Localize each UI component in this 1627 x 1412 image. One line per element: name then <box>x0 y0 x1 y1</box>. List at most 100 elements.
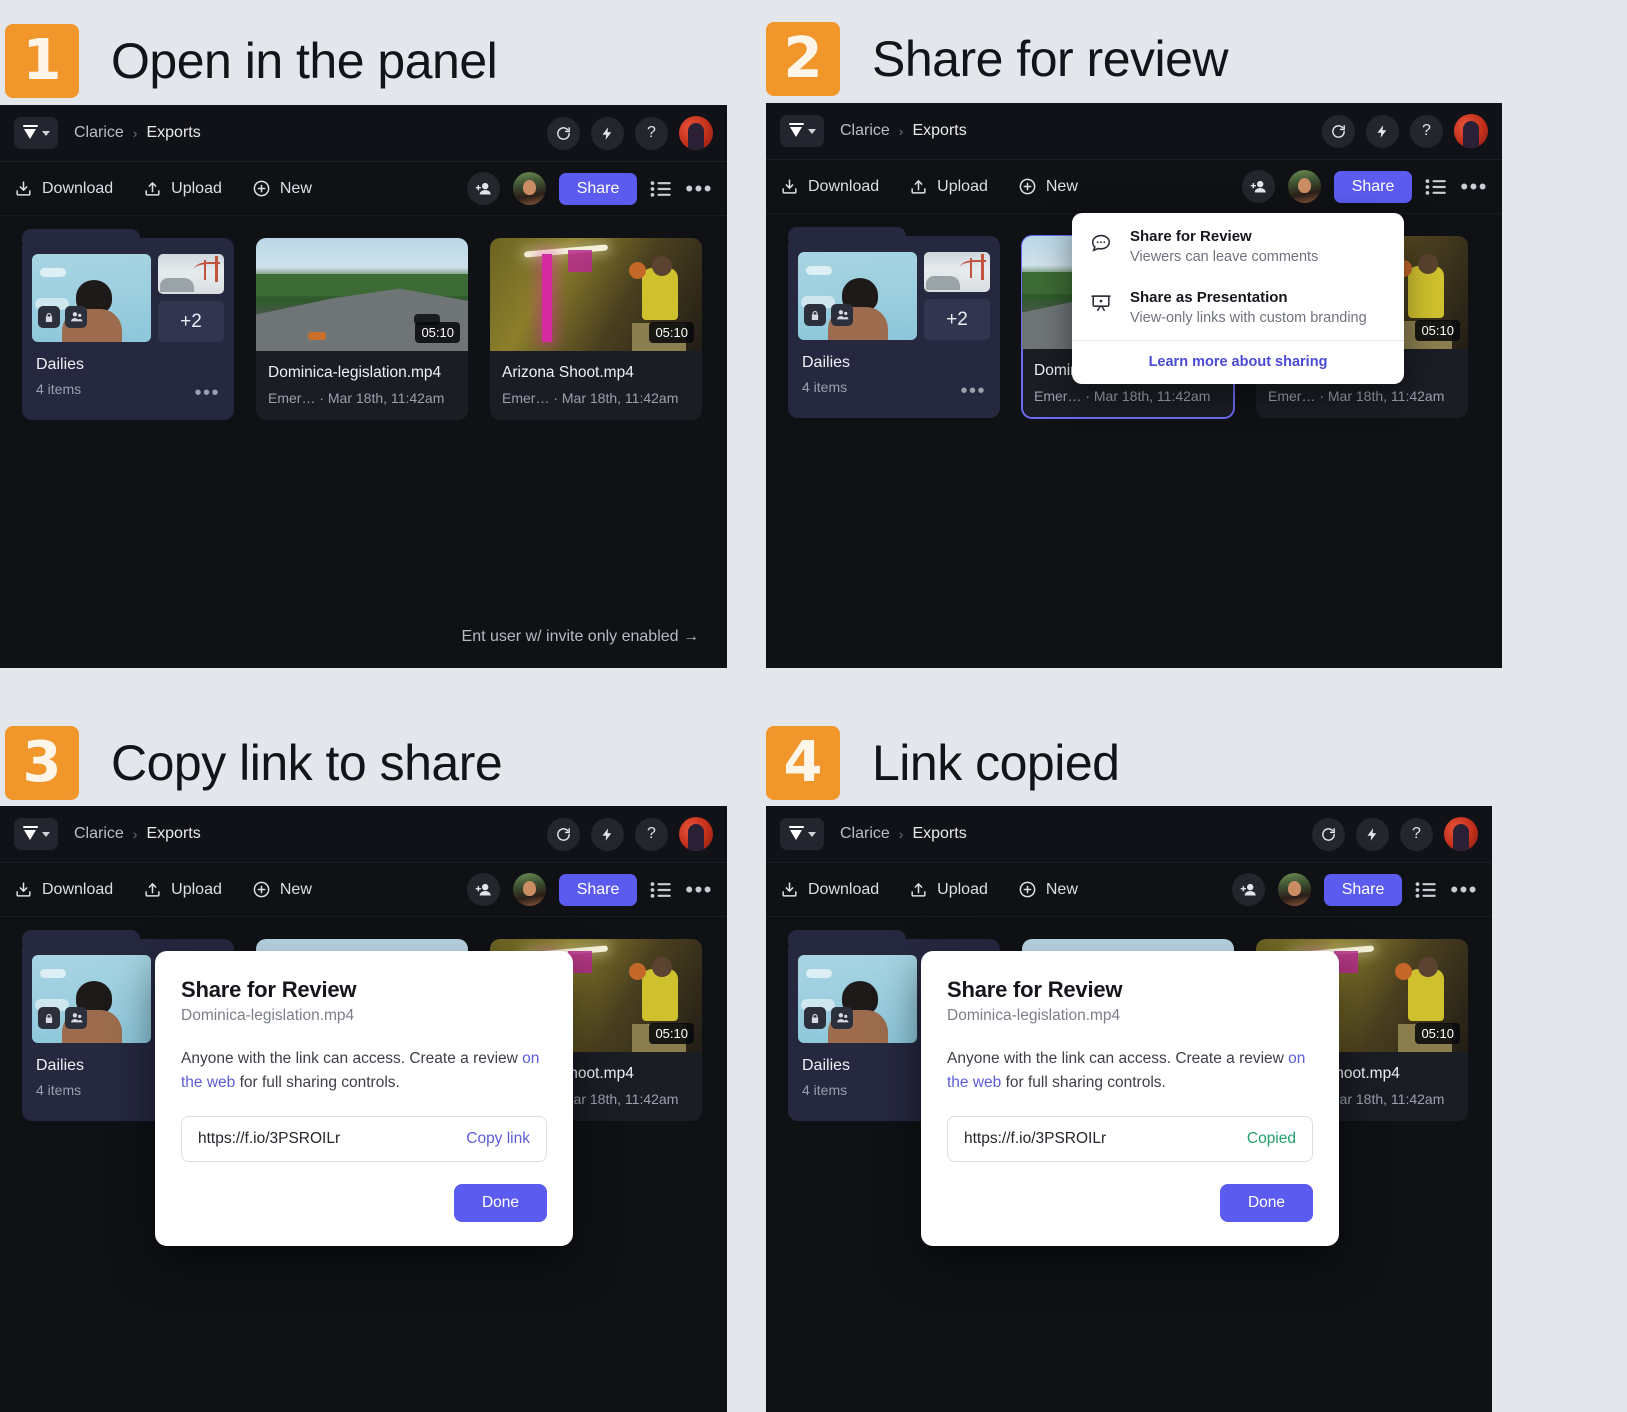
menu-item-share-for-review[interactable]: Share for Review Viewers can leave comme… <box>1072 213 1404 274</box>
modal-desc-pre: Anyone with the link can access. Create … <box>947 1050 1289 1067</box>
list-view-icon[interactable] <box>1415 881 1437 898</box>
download-icon <box>780 177 799 196</box>
folder-item-count: 4 items <box>36 381 82 397</box>
collaborator-avatar[interactable] <box>1277 873 1311 906</box>
breadcrumb-current[interactable]: Exports <box>912 122 966 140</box>
share-link-url: https://f.io/3PSROILr <box>198 1130 341 1148</box>
upload-button[interactable]: Upload <box>909 177 988 196</box>
modal-title: Share for Review <box>947 977 1123 1002</box>
lightning-icon[interactable] <box>1366 114 1399 148</box>
file-meta: Dominica-legislation.mp4 Emer… · Mar 18t… <box>256 351 468 420</box>
new-button[interactable]: New <box>1018 880 1078 899</box>
list-view-icon[interactable] <box>1425 178 1447 195</box>
share-button[interactable]: Share <box>558 873 638 906</box>
share-link-field[interactable]: https://f.io/3PSROILr Copy link <box>181 1116 547 1163</box>
collaborator-avatar[interactable] <box>512 172 546 205</box>
share-link-field[interactable]: https://f.io/3PSROILr Copied <box>947 1116 1313 1163</box>
copy-link-button[interactable]: Copy link <box>466 1130 530 1148</box>
done-button[interactable]: Done <box>1219 1184 1313 1222</box>
user-avatar[interactable] <box>1444 817 1478 851</box>
folder-thumbnail-side: +2 <box>924 252 990 340</box>
share-button[interactable]: Share <box>558 172 638 205</box>
new-button[interactable]: New <box>1018 177 1078 196</box>
new-label: New <box>1045 880 1078 898</box>
folder-item-count: 4 items <box>802 379 848 395</box>
menu-item-share-as-presentation[interactable]: Share as Presentation View-only links wi… <box>1072 274 1404 330</box>
download-button[interactable]: Download <box>780 880 879 899</box>
file-card-arizona[interactable]: 05:10 Arizona Shoot.mp4 Emer… · Mar 18th… <box>490 238 702 420</box>
share-button[interactable]: Share <box>1333 170 1413 203</box>
folder-card-dailies[interactable]: +2 Dailies 4 items ••• <box>22 229 234 420</box>
workspace-switcher-2[interactable] <box>780 115 824 147</box>
frameio-logo-icon <box>22 825 38 843</box>
folder-thumbnail-stack: +2 <box>798 252 990 340</box>
workspace-switcher-1[interactable] <box>14 117 58 149</box>
new-button[interactable]: New <box>252 179 312 198</box>
more-options-icon[interactable]: ••• <box>1460 175 1488 197</box>
modal-desc-pre: Anyone with the link can access. Create … <box>181 1050 523 1067</box>
upload-button[interactable]: Upload <box>143 880 222 899</box>
breadcrumb-2: Clarice › Exports <box>840 122 967 140</box>
user-avatar[interactable] <box>679 116 713 150</box>
more-options-icon[interactable]: ••• <box>1450 878 1478 900</box>
breadcrumb-root[interactable]: Clarice <box>840 122 890 140</box>
chevron-down-icon <box>807 128 816 134</box>
upload-label: Upload <box>937 880 988 898</box>
more-options-icon[interactable]: ••• <box>685 878 713 900</box>
collaborator-avatar[interactable] <box>1287 170 1321 203</box>
lightning-icon[interactable] <box>1356 817 1389 851</box>
lightning-icon[interactable] <box>591 116 624 150</box>
lightning-icon[interactable] <box>591 817 624 851</box>
app-window-3: Clarice › Exports ? Download Upload New … <box>0 806 727 1412</box>
app-window-2: Clarice › Exports ? Download Upload New … <box>766 103 1502 668</box>
add-collaborator-icon[interactable] <box>466 172 500 205</box>
learn-more-link[interactable]: Learn more about sharing <box>1072 341 1404 384</box>
refresh-icon[interactable] <box>547 817 580 851</box>
folder-thumbnail-secondary <box>158 254 224 294</box>
share-button[interactable]: Share <box>1323 873 1403 906</box>
add-collaborator-icon[interactable] <box>466 873 500 906</box>
breadcrumb-separator-icon: › <box>132 125 138 141</box>
breadcrumb-root[interactable]: Clarice <box>74 124 124 142</box>
modal-desc-post: for full sharing controls. <box>1001 1073 1166 1091</box>
more-options-icon[interactable]: ••• <box>685 177 713 199</box>
breadcrumb-current[interactable]: Exports <box>146 124 200 142</box>
help-icon[interactable]: ? <box>1400 817 1433 851</box>
breadcrumb-root[interactable]: Clarice <box>74 825 124 843</box>
upload-button[interactable]: Upload <box>143 179 222 198</box>
download-button[interactable]: Download <box>14 880 113 899</box>
breadcrumb-root[interactable]: Clarice <box>840 825 890 843</box>
folder-more-options-icon[interactable]: ••• <box>960 381 986 401</box>
list-view-icon[interactable] <box>650 881 672 898</box>
refresh-icon[interactable] <box>547 116 580 150</box>
refresh-icon[interactable] <box>1322 114 1355 148</box>
done-button[interactable]: Done <box>453 1184 547 1222</box>
download-button[interactable]: Download <box>780 177 879 196</box>
user-avatar[interactable] <box>1454 114 1488 148</box>
help-icon[interactable]: ? <box>635 817 668 851</box>
file-thumbnail: 05:10 <box>256 238 468 351</box>
help-icon[interactable]: ? <box>635 116 668 150</box>
workspace-switcher-3[interactable] <box>14 818 58 850</box>
upload-button[interactable]: Upload <box>909 880 988 899</box>
help-icon[interactable]: ? <box>1410 114 1443 148</box>
list-view-icon[interactable] <box>650 180 672 197</box>
folder-more-options-icon[interactable]: ••• <box>194 383 220 403</box>
user-avatar[interactable] <box>679 817 713 851</box>
modal-description: Anyone with the link can access. Create … <box>181 1047 547 1094</box>
file-card-dominica[interactable]: 05:10 Dominica-legislation.mp4 Emer… · M… <box>256 238 468 420</box>
breadcrumb-current[interactable]: Exports <box>146 825 200 843</box>
storyboard-sheet: 1 Open in the panel Clarice › Exports ? … <box>0 0 1627 1412</box>
add-collaborator-icon[interactable] <box>1231 873 1265 906</box>
add-collaborator-icon[interactable] <box>1241 170 1275 203</box>
new-button[interactable]: New <box>252 880 312 899</box>
workspace-switcher-4[interactable] <box>780 818 824 850</box>
folder-card-dailies[interactable]: +2 Dailies 4 items ••• <box>788 227 1000 418</box>
download-button[interactable]: Download <box>14 179 113 198</box>
breadcrumb-current[interactable]: Exports <box>912 825 966 843</box>
upload-label: Upload <box>171 880 222 898</box>
app-actionbar-1: Download Upload New Share ••• <box>0 162 727 216</box>
shared-people-icon <box>831 304 853 326</box>
refresh-icon[interactable] <box>1312 817 1345 851</box>
collaborator-avatar[interactable] <box>512 873 546 906</box>
